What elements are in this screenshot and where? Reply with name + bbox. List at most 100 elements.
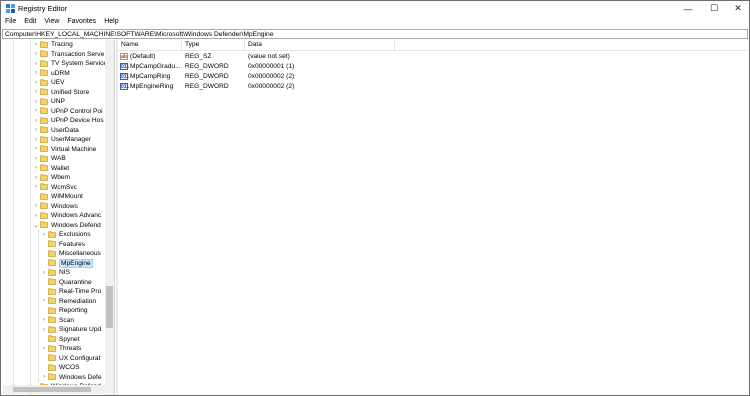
tree-item[interactable]: › Virtual Machine <box>32 145 96 155</box>
expand-icon[interactable]: › <box>32 78 40 87</box>
expand-icon[interactable]: › <box>32 116 40 125</box>
expand-icon[interactable]: › <box>32 183 40 192</box>
expand-icon[interactable] <box>40 278 48 287</box>
expand-icon[interactable]: › <box>32 173 40 182</box>
tree-item[interactable]: Spynet <box>40 335 80 345</box>
expand-icon[interactable]: › <box>32 40 40 49</box>
tree-item[interactable]: › Windows <box>32 202 78 212</box>
expand-icon[interactable]: › <box>32 97 40 106</box>
expand-icon[interactable] <box>40 240 48 249</box>
expand-icon[interactable] <box>40 287 48 296</box>
collapse-icon[interactable]: ⌄ <box>32 221 40 230</box>
menu-favorites[interactable]: Favorites <box>67 16 96 28</box>
maximize-button[interactable]: ☐ <box>701 1 727 16</box>
expand-icon[interactable] <box>40 306 48 315</box>
expand-icon[interactable]: › <box>40 297 48 306</box>
folder-icon <box>40 145 48 153</box>
column-header-name[interactable]: Name <box>118 40 182 50</box>
value-row[interactable]: 011 MpCampRing REG_DWORD 0x00000002 (2) <box>118 72 748 82</box>
tree-item[interactable]: Real-Time Pro <box>40 287 101 297</box>
expand-icon[interactable]: › <box>32 202 40 211</box>
tree-vertical-scrollbar[interactable] <box>105 40 114 395</box>
expand-icon[interactable] <box>40 259 48 268</box>
tree-item[interactable]: Miscellaneous <box>40 249 101 259</box>
tree-item[interactable]: › Transaction Serve <box>32 50 104 60</box>
minimize-button[interactable]: — <box>675 1 701 16</box>
expand-icon[interactable]: › <box>32 59 40 68</box>
menu-help[interactable]: Help <box>104 16 118 28</box>
tree-item[interactable]: › UPnP Device Hos <box>32 116 104 126</box>
expand-icon[interactable]: › <box>40 268 48 277</box>
column-header-data[interactable]: Data <box>245 40 395 50</box>
address-bar[interactable]: Computer\HKEY_LOCAL_MACHINE\SOFTWARE\Mic… <box>2 29 748 39</box>
column-header-type[interactable]: Type <box>182 40 245 50</box>
expand-icon[interactable]: › <box>32 164 40 173</box>
menu-file[interactable]: File <box>5 16 16 28</box>
value-row[interactable]: 011 MpCampGradu... REG_DWORD 0x00000001 (1) <box>118 62 748 72</box>
expand-icon[interactable]: › <box>32 135 40 144</box>
key-tree-pane[interactable]: › Tracing › Transaction Serve › TV System Ser… <box>3 40 115 395</box>
expand-icon[interactable]: › <box>40 373 48 382</box>
tree-item[interactable]: › UserManager <box>32 135 91 145</box>
menu-view[interactable]: View <box>44 16 59 28</box>
expand-icon[interactable]: › <box>40 316 48 325</box>
tree-item[interactable]: › Tracing <box>32 40 73 50</box>
tree-item[interactable]: UX Configurat <box>40 354 100 364</box>
tree-item[interactable]: Features <box>40 240 85 250</box>
expand-icon[interactable]: › <box>32 126 40 135</box>
value-row[interactable]: ab (Default) REG_SZ (value not set) <box>118 52 748 62</box>
expand-icon[interactable] <box>40 249 48 258</box>
tree-item[interactable]: › uDRM <box>32 69 70 79</box>
tree-item[interactable]: › UserData <box>32 126 79 136</box>
tree-item[interactable]: › Signature Upd <box>40 325 101 335</box>
tree-item[interactable]: › UEV <box>32 78 65 88</box>
tree-item[interactable]: › Scan <box>40 316 74 326</box>
expand-icon[interactable]: › <box>32 88 40 97</box>
expand-icon[interactable] <box>40 363 48 372</box>
dword-value-icon: 011 <box>120 83 130 90</box>
value-data: 0x00000001 (1) <box>248 63 295 70</box>
tree-item[interactable]: › Exclusions <box>40 230 91 240</box>
tree-hscroll-thumb[interactable] <box>13 387 91 392</box>
tree-item[interactable]: WCOS <box>40 363 80 373</box>
tree-scroll-thumb[interactable] <box>106 286 113 328</box>
tree-item[interactable]: › UNP <box>32 97 65 107</box>
expand-icon[interactable] <box>40 335 48 344</box>
value-type: REG_DWORD <box>185 83 229 90</box>
tree-item[interactable]: › Wbem <box>32 173 70 183</box>
tree-item[interactable]: › NIS <box>40 268 70 278</box>
tree-item[interactable]: ⌄ Windows Defend <box>32 221 101 231</box>
tree-item[interactable]: Quarantine <box>40 278 92 288</box>
expand-icon[interactable]: › <box>32 107 40 116</box>
expand-icon[interactable]: › <box>32 211 40 220</box>
tree-item[interactable]: › Unified Store <box>32 88 89 98</box>
expand-icon[interactable]: › <box>32 50 40 59</box>
expand-icon[interactable]: › <box>32 154 40 163</box>
expand-icon[interactable]: › <box>32 69 40 78</box>
tree-item[interactable]: › UPnP Control Poi <box>32 107 103 117</box>
tree-item-selected[interactable]: MpEngine <box>40 258 93 269</box>
expand-icon[interactable]: › <box>40 230 48 239</box>
values-list-pane[interactable]: Name Type Data ab (Default) REG_SZ (value n… <box>118 40 748 395</box>
tree-item[interactable]: › Windows Defe <box>40 373 102 383</box>
value-row[interactable]: 011 MpEngineRing REG_DWORD 0x00000002 (2) <box>118 82 748 92</box>
tree-item[interactable]: › Wallet <box>32 164 69 174</box>
tree-item[interactable]: › Windows Advanc <box>32 211 101 221</box>
tree-item[interactable]: › TV System Service <box>32 59 107 69</box>
tree-item[interactable]: › WAB <box>32 154 66 164</box>
expand-icon[interactable]: › <box>40 325 48 334</box>
close-button[interactable]: ✕ <box>725 1 750 16</box>
value-name: MpCampGradu... <box>130 63 181 70</box>
expand-icon[interactable] <box>32 192 40 201</box>
expand-icon[interactable]: › <box>40 344 48 353</box>
tree-horizontal-scrollbar[interactable] <box>3 385 114 394</box>
tree-item[interactable]: Reporting <box>40 306 88 316</box>
expand-icon[interactable] <box>40 354 48 363</box>
menu-edit[interactable]: Edit <box>24 16 36 28</box>
tree-item[interactable]: › Remediation <box>40 297 96 307</box>
tree-item[interactable]: WIMMount <box>32 192 83 202</box>
expand-icon[interactable]: › <box>32 145 40 154</box>
tree-item[interactable]: › Threats <box>40 344 81 354</box>
tree-item[interactable]: › WcmSvc <box>32 183 77 193</box>
address-path[interactable]: Computer\HKEY_LOCAL_MACHINE\SOFTWARE\Mic… <box>5 30 273 39</box>
